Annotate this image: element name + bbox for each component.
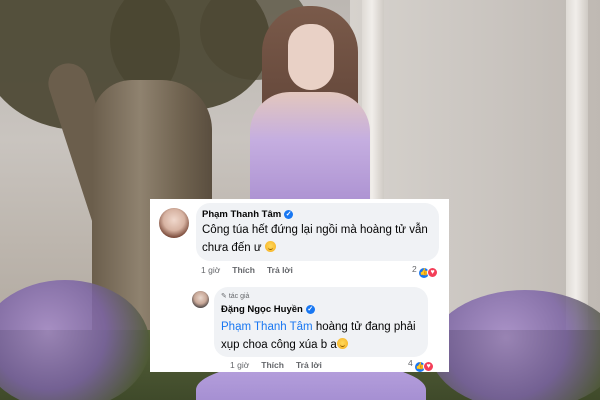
comment-text: Công túa hết đứng lại ngồi mà hoàng tử v… — [202, 221, 434, 257]
comment-bubble: Phạm Thanh Tâm ✓ Công túa hết đứng lại ng… — [196, 203, 439, 261]
like-button[interactable]: Thích — [232, 265, 255, 275]
author-tag: ✎ tác giả — [221, 292, 249, 300]
mention-link[interactable]: Phạm Thanh Tâm — [221, 321, 313, 333]
person-dress — [250, 92, 370, 212]
comment-actions: 1 giờ Thích Trả lời — [201, 265, 305, 275]
comment-card: Phạm Thanh Tâm ✓ Công túa hết đứng lại ng… — [150, 199, 449, 372]
comment-author[interactable]: Đặng Ngọc Huyền ✓ — [221, 304, 315, 315]
reply-button[interactable]: Trả lời — [267, 265, 293, 275]
comment-time[interactable]: 1 giờ — [201, 265, 220, 275]
comment-bubble: ✎ tác giả Đặng Ngọc Huyền ✓ Phạm Thanh Tâ… — [214, 287, 428, 357]
comment-text: Phạm Thanh Tâm hoàng tử đang phải xụp ch… — [221, 318, 425, 354]
grinning-emoji-icon — [336, 338, 348, 349]
verified-badge-icon: ✓ — [284, 209, 294, 219]
comment-text-body: Công túa hết đứng lại ngồi mà hoàng tử v… — [202, 224, 428, 254]
reply-comment: ✎ tác giả Đặng Ngọc Huyền ✓ Phạm Thanh Tâ… — [150, 283, 449, 372]
grinning-emoji-icon — [264, 241, 276, 252]
avatar[interactable] — [192, 291, 209, 308]
reaction-summary[interactable]: 2 👍 ♥ — [412, 264, 439, 278]
comment-time[interactable]: 1 giờ — [230, 360, 249, 370]
comment-author[interactable]: Phạm Thanh Tâm ✓ — [202, 209, 294, 220]
reply-button[interactable]: Trả lời — [296, 360, 322, 370]
comment: Phạm Thanh Tâm ✓ Công túa hết đứng lại ng… — [150, 199, 449, 283]
like-button[interactable]: Thích — [261, 360, 284, 370]
reaction-count: 2 — [412, 264, 417, 274]
love-reaction-icon: ♥ — [427, 267, 439, 278]
person-face — [288, 24, 334, 90]
avatar[interactable] — [159, 208, 189, 238]
author-tag-label: tác giả — [228, 293, 250, 300]
verified-badge-icon: ✓ — [305, 304, 315, 314]
author-name[interactable]: Đặng Ngọc Huyền — [221, 304, 303, 315]
author-name[interactable]: Phạm Thanh Tâm — [202, 209, 281, 220]
reaction-summary[interactable]: 4 👍 ♥ — [408, 358, 435, 372]
love-reaction-icon: ♥ — [423, 361, 435, 372]
pencil-icon: ✎ — [221, 293, 227, 300]
reaction-count: 4 — [408, 358, 413, 368]
comment-actions: 1 giờ Thích Trả lời — [230, 360, 334, 370]
